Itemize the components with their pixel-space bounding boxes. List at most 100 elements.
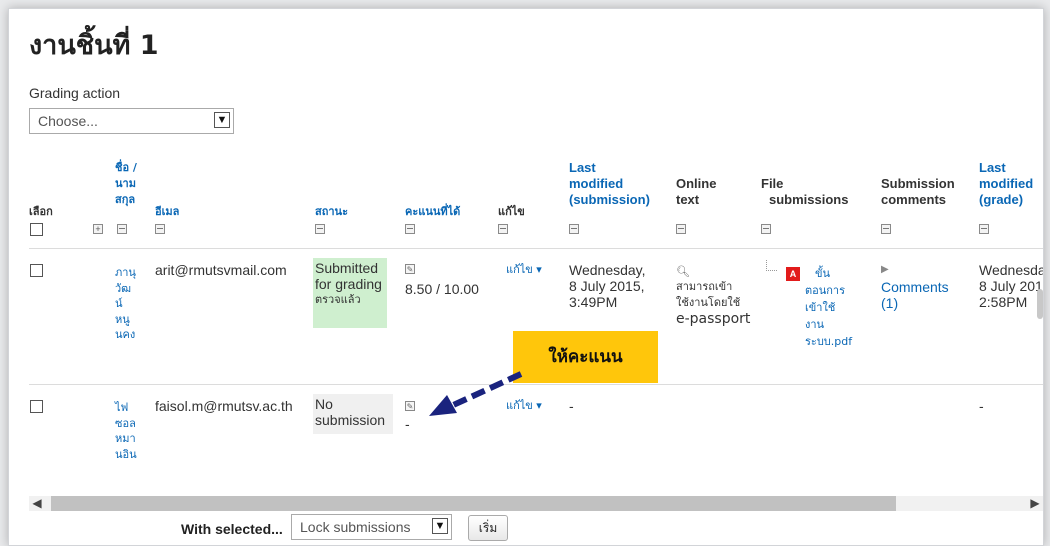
row1-name-line: ภานุ: [115, 266, 136, 279]
arrow-icon: [429, 371, 523, 416]
row1-lm-line: 8 July 2015,: [569, 278, 645, 294]
hide-column-comments-icon[interactable]: [881, 224, 891, 234]
header-select: เลือก: [29, 205, 53, 218]
header-lmg-line3: (grade): [979, 192, 1024, 207]
row1-email: arit@rmutsvmail.com: [155, 262, 287, 278]
select-all-checkbox[interactable]: [30, 223, 43, 236]
bulk-action-value: Lock submissions: [300, 519, 411, 535]
grading-action-value: Choose...: [38, 113, 98, 129]
row1-student-name[interactable]: ภานุ วัฒ น์ หนู นคง: [115, 265, 136, 343]
row1-gm-line: Wednesda: [979, 262, 1044, 278]
grading-action-label: Grading action: [29, 85, 121, 101]
row1-lm-line: Wednesday,: [569, 262, 646, 278]
row1-online-text: สามารถเข้า ใช้งานโดยใช้ e-passport: [676, 279, 750, 327]
row1-comments-line: (1): [881, 295, 899, 311]
header-lms-line3: (submission): [569, 192, 650, 207]
row1-last-modified: Wednesday, 8 July 2015, 3:49PM: [569, 262, 646, 310]
header-ot-line1: Online: [676, 176, 717, 191]
vertical-scrollbar-thumb[interactable]: [1037, 289, 1043, 319]
row1-file-line: ตอนการ: [805, 284, 846, 297]
row1-status-line: for grading: [315, 276, 382, 292]
header-name-line2: นาม: [115, 177, 136, 190]
row2-status-line: submission: [315, 412, 386, 428]
show-column-icon[interactable]: +: [93, 224, 103, 234]
header-fs-line1: File: [761, 176, 784, 191]
row1-file-link[interactable]: ขั้น ตอนการ เข้าใช้ งาน ระบบ.pdf: [805, 265, 852, 350]
scroll-right-icon[interactable]: ▶: [1027, 496, 1043, 511]
row1-status-graded: ตรวจแล้ว: [315, 293, 361, 306]
page-title: งานชิ้นที่ 1: [29, 30, 159, 61]
callout-grade-hint: ให้คะแนน: [513, 331, 658, 383]
bulk-action-select[interactable]: Lock submissions ▼: [291, 514, 452, 540]
caret-right-icon[interactable]: ▶: [881, 262, 889, 278]
row1-ot-line: ใช้งานโดยใช้: [676, 296, 741, 309]
hide-column-lms-icon[interactable]: [569, 224, 579, 234]
header-sc-line2: comments: [881, 192, 947, 207]
header-name-line3: สกุล: [115, 193, 136, 206]
header-edit: แก้ไข: [498, 205, 525, 218]
header-last-modified-submission[interactable]: Last modified (submission): [569, 160, 650, 208]
hide-column-online-text-icon[interactable]: [676, 224, 686, 234]
header-name[interactable]: ชื่อ / นาม สกุล: [115, 160, 137, 208]
row1-lm-line: 3:49PM: [569, 294, 618, 310]
tree-connector: [766, 260, 777, 271]
row-checkbox[interactable]: [30, 400, 43, 413]
search-icon[interactable]: 🔍︎: [676, 264, 690, 280]
header-ot-line2: text: [676, 192, 700, 207]
row1-grade-modified: Wednesda 8 July 201 2:58PM: [979, 262, 1044, 310]
row1-name-line: นคง: [115, 328, 136, 341]
row1-file-line: ระบบ.pdf: [805, 335, 853, 348]
row2-email: faisol.m@rmutsv.ac.th: [155, 398, 293, 414]
header-fs-line2: submissions: [769, 192, 849, 207]
grading-action-select[interactable]: Choose... ▼: [29, 108, 234, 134]
header-email[interactable]: อีเมล: [155, 204, 179, 220]
header-grade[interactable]: คะแนนที่ได้: [405, 204, 460, 220]
hide-column-file-icon[interactable]: [761, 224, 771, 234]
chevron-down-icon[interactable]: ▼: [214, 112, 230, 128]
hide-column-lmg-icon[interactable]: [979, 224, 989, 234]
chevron-down-icon[interactable]: ▼: [432, 518, 448, 534]
row2-name-line: นอิน: [115, 447, 137, 461]
scroll-left-icon[interactable]: ◀: [29, 496, 45, 511]
row2-name-line: หมา: [115, 432, 136, 445]
go-button[interactable]: เริ่ม: [468, 515, 508, 541]
hide-column-name-icon[interactable]: [117, 224, 127, 234]
header-last-modified-grade[interactable]: Last modified (grade): [979, 160, 1033, 208]
row1-comments-line: Comments: [881, 279, 949, 295]
header-online-text: Online text: [676, 176, 716, 208]
row2-grade-modified: -: [979, 398, 984, 414]
header-name-line1: ชื่อ /: [115, 161, 137, 174]
row2-name-line: ไฟ: [115, 401, 129, 414]
row-checkbox[interactable]: [30, 264, 43, 277]
row2-status-line: No: [315, 396, 333, 412]
row1-edit-menu[interactable]: แก้ไข ▾: [506, 262, 542, 278]
row2-last-modified: -: [569, 398, 574, 414]
row1-file-line: งาน: [805, 318, 825, 331]
header-lmg-line2: modified: [979, 176, 1034, 191]
hide-column-edit-icon[interactable]: [498, 224, 508, 234]
row1-file-line: เข้าใช้: [805, 301, 836, 314]
hide-column-grade-icon[interactable]: [405, 224, 415, 234]
row2-name-line: ซอล: [115, 416, 136, 430]
row1-gm-line: 8 July 201: [979, 278, 1043, 294]
with-selected-label: With selected...: [181, 521, 283, 537]
row1-comments-link[interactable]: Comments (1): [881, 279, 949, 311]
header-lms-line2: modified: [569, 176, 624, 191]
row1-gm-line: 2:58PM: [979, 294, 1028, 310]
row1-status-line: Submitted: [315, 260, 379, 276]
row1-file-line: ขั้น: [815, 267, 831, 280]
grade-edit-icon[interactable]: ✎: [405, 264, 415, 274]
hide-column-status-icon[interactable]: [315, 224, 325, 234]
header-status[interactable]: สถานะ: [315, 204, 348, 220]
pdf-icon: A: [786, 267, 800, 281]
hide-column-email-icon[interactable]: [155, 224, 165, 234]
row1-name-line: วัฒ: [115, 281, 132, 295]
row1-name-line: น์: [115, 297, 123, 310]
horizontal-scrollbar[interactable]: ◀ ▶: [29, 496, 1043, 511]
scrollbar-thumb[interactable]: [51, 496, 896, 511]
row1-name-line: หนู: [115, 312, 130, 326]
row1-ot-line: สามารถเข้า: [676, 280, 733, 293]
grade-edit-icon[interactable]: ✎: [405, 401, 415, 411]
row2-status-badge: No submission: [313, 394, 393, 434]
row2-student-name[interactable]: ไฟ ซอล หมา นอิน: [115, 400, 137, 462]
